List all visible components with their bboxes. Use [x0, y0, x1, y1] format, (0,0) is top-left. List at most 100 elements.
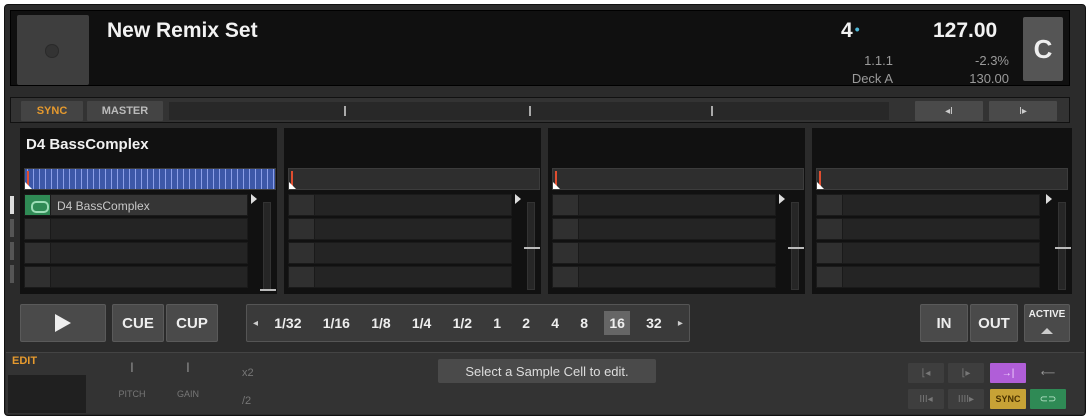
sample-cell[interactable] — [288, 194, 512, 216]
sample-cell[interactable] — [288, 266, 512, 288]
slot-volume-fader[interactable] — [788, 202, 804, 290]
slot-waveform[interactable] — [24, 168, 276, 190]
phase-tick — [344, 106, 346, 116]
expand-icon — [1041, 328, 1053, 334]
sync-button[interactable]: SYNC — [21, 101, 83, 121]
volume-handle[interactable] — [524, 247, 540, 249]
edit-hint-message: Select a Sample Cell to edit. — [438, 359, 656, 383]
sample-cell[interactable] — [552, 218, 776, 240]
playhead-position: 1.1.1 — [864, 53, 893, 68]
sample-cell[interactable] — [816, 194, 1040, 216]
halve-button[interactable]: /2 — [242, 395, 251, 407]
sample-cell[interactable] — [24, 266, 248, 288]
slot-pad-indicator — [554, 158, 674, 171]
loop-size-option[interactable]: 32 — [641, 311, 667, 335]
sample-cell[interactable] — [552, 194, 776, 216]
slot-volume-fader[interactable] — [260, 202, 276, 291]
beat-counter: 4 • — [841, 19, 860, 43]
gain-knob[interactable]: I GAIN — [166, 355, 210, 411]
loop-size-next-icon[interactable]: ▸ — [678, 318, 683, 329]
sample-slot-3[interactable] — [548, 128, 808, 294]
cell-type — [289, 195, 315, 215]
sample-slot-4[interactable] — [812, 128, 1072, 294]
slot-waveform[interactable] — [288, 168, 540, 190]
loop-size-option[interactable]: 4 — [546, 311, 564, 335]
row-indicator[interactable] — [10, 265, 14, 283]
loop-size-prev-icon[interactable]: ◂ — [253, 318, 258, 329]
loop-in-button[interactable]: IN — [920, 304, 968, 342]
loop-size-option[interactable]: 2 — [517, 311, 535, 335]
loop-mode-button[interactable]: ⊂⊃ — [1030, 389, 1066, 409]
slot-waveform[interactable] — [816, 168, 1068, 190]
cell-type — [289, 267, 315, 287]
edit-panel: EDIT I PITCH I GAIN x2 /2 Select a Sample … — [6, 352, 1084, 414]
loop-size-option[interactable]: 1/32 — [269, 311, 306, 335]
row-indicator[interactable] — [10, 219, 14, 237]
sample-cells: D4 BassComplex — [24, 194, 248, 290]
grid-button[interactable]: III◂ — [908, 389, 944, 409]
row-indicator[interactable] — [10, 242, 14, 260]
grid-fwd-button[interactable]: IIII▸ — [948, 389, 984, 409]
sample-slot-2[interactable] — [284, 128, 544, 294]
loop-size-option[interactable]: 1/4 — [407, 311, 436, 335]
sync-bar: SYNC MASTER ◂I I▸ — [10, 97, 1070, 123]
pitch-label: PITCH — [118, 389, 146, 399]
sample-cell[interactable] — [816, 242, 1040, 264]
row-indicator[interactable] — [10, 196, 14, 214]
start-marker-button[interactable]: ⌊◂ — [908, 363, 944, 383]
sample-cell[interactable] — [24, 218, 248, 240]
beatjump-back-button[interactable]: ◂I — [915, 101, 983, 121]
sample-cell[interactable] — [552, 242, 776, 264]
loop-size-option[interactable]: 1/16 — [318, 311, 355, 335]
cell-type — [553, 195, 579, 215]
back-button[interactable]: ⟵ — [1030, 363, 1066, 383]
tempo-offset: -2.3% — [975, 53, 1009, 68]
slot-volume-fader[interactable] — [1055, 202, 1071, 290]
slot-waveform[interactable] — [552, 168, 804, 190]
beat-count: 4 — [841, 19, 853, 42]
sample-cell[interactable] — [816, 266, 1040, 288]
volume-handle[interactable] — [260, 289, 276, 291]
sample-cell[interactable] — [24, 242, 248, 264]
volume-handle[interactable] — [1055, 247, 1071, 249]
loop-out-button[interactable]: OUT — [970, 304, 1018, 342]
edit-preview — [8, 375, 86, 413]
sample-slot-1[interactable]: D4 BassComplex D4 BassComplex — [20, 128, 280, 294]
slot-volume-fader[interactable] — [524, 202, 540, 290]
phase-tick — [529, 106, 531, 116]
cup-button[interactable]: CUP — [166, 304, 218, 342]
deck-name: Deck A — [851, 71, 893, 86]
pitch-knob[interactable]: I PITCH — [110, 355, 154, 411]
sample-cell[interactable] — [288, 242, 512, 264]
arrow-left-icon: ⟵ — [1040, 367, 1056, 379]
sample-cells — [552, 194, 776, 290]
double-button[interactable]: x2 — [242, 367, 254, 379]
cue-button[interactable]: CUE — [112, 304, 164, 342]
play-button[interactable] — [20, 304, 106, 342]
sample-cell[interactable]: D4 BassComplex — [24, 194, 248, 216]
set-title: New Remix Set — [107, 19, 258, 42]
loop-size-option[interactable]: 1 — [488, 311, 506, 335]
sample-cell[interactable] — [816, 218, 1040, 240]
beatjump-forward-button[interactable]: I▸ — [989, 101, 1057, 121]
reverse-button[interactable]: →| — [990, 363, 1026, 383]
loop-size-option-selected[interactable]: 16 — [604, 311, 630, 335]
sample-cell[interactable] — [552, 266, 776, 288]
end-marker-button[interactable]: ⌊▸ — [948, 363, 984, 383]
start-marker-icon — [817, 182, 824, 189]
cell-sync-button[interactable]: SYNC — [990, 389, 1026, 409]
deck-header: New Remix Set 4 • 1.1.1 Deck A 127.00 -2.… — [10, 10, 1070, 86]
master-button[interactable]: MASTER — [87, 101, 163, 121]
active-label: ACTIVE — [1028, 309, 1066, 320]
edit-label[interactable]: EDIT — [12, 355, 37, 367]
cover-art[interactable] — [17, 15, 89, 85]
play-indicator-icon — [779, 194, 785, 204]
sample-cell[interactable] — [288, 218, 512, 240]
volume-handle[interactable] — [788, 247, 804, 249]
loop-size-option[interactable]: 8 — [575, 311, 593, 335]
loop-size-option[interactable]: 1/8 — [366, 311, 395, 335]
loop-size-option[interactable]: 1/2 — [448, 311, 477, 335]
deck-letter[interactable]: C — [1023, 17, 1063, 81]
loop-active-button[interactable]: ACTIVE — [1024, 304, 1070, 342]
start-marker-icon — [25, 182, 32, 189]
